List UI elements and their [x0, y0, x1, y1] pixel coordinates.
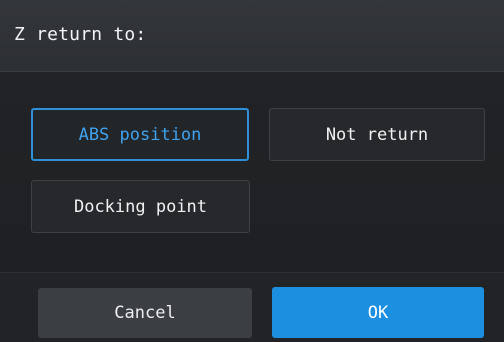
not-return-option[interactable]: Not return: [269, 108, 485, 161]
docking-point-option[interactable]: Docking point: [31, 180, 250, 233]
cancel-button[interactable]: Cancel: [38, 288, 252, 338]
z-return-dialog: Z return to: ABS position Not return Doc…: [0, 0, 504, 342]
ok-button[interactable]: OK: [272, 287, 484, 338]
dialog-header: Z return to:: [0, 0, 504, 72]
abs-position-option[interactable]: ABS position: [31, 108, 249, 161]
dialog-title: Z return to:: [14, 24, 147, 45]
